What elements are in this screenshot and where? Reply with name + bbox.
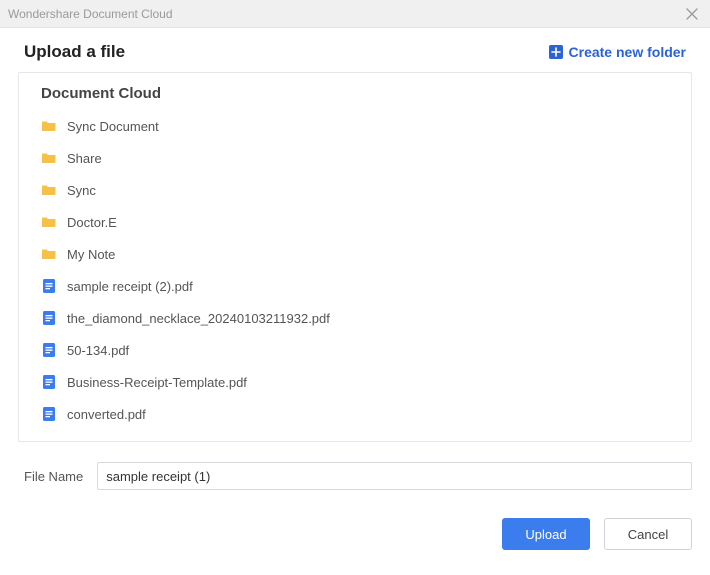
file-list[interactable]: Sync Document Share Sync Doctor.E My Note sam… bbox=[19, 110, 691, 441]
page-title: Upload a file bbox=[24, 42, 125, 62]
item-name: Doctor.E bbox=[67, 215, 117, 230]
item-name: My Note bbox=[67, 247, 115, 262]
file-icon bbox=[41, 310, 57, 326]
file-icon bbox=[41, 406, 57, 422]
location-breadcrumb: Document Cloud bbox=[19, 73, 691, 110]
folder-icon bbox=[41, 182, 57, 198]
item-name: 50-134.pdf bbox=[67, 343, 129, 358]
item-name: Sync bbox=[67, 183, 96, 198]
folder-row[interactable]: Share bbox=[41, 142, 687, 174]
item-name: sample receipt (2).pdf bbox=[67, 279, 193, 294]
item-name: converted.pdf bbox=[67, 407, 146, 422]
create-new-folder-label: Create new folder bbox=[569, 44, 686, 60]
item-name: the_diamond_necklace_20240103211932.pdf bbox=[67, 311, 330, 326]
plus-icon bbox=[549, 45, 563, 59]
file-row[interactable]: 50-134.pdf bbox=[41, 334, 687, 366]
folder-icon bbox=[41, 246, 57, 262]
file-browser-panel: Document Cloud Sync Document Share Sync Doc… bbox=[18, 72, 692, 442]
file-row[interactable]: sample receipt (2).pdf bbox=[41, 270, 687, 302]
file-icon bbox=[41, 278, 57, 294]
header: Upload a file Create new folder bbox=[0, 28, 710, 72]
dialog-footer: Upload Cancel bbox=[0, 490, 710, 550]
item-name: Sync Document bbox=[67, 119, 159, 134]
file-row[interactable]: the_diamond_necklace_20240103211932.pdf bbox=[41, 302, 687, 334]
file-icon bbox=[41, 374, 57, 390]
file-row[interactable]: converted.pdf bbox=[41, 398, 687, 430]
folder-icon bbox=[41, 118, 57, 134]
folder-row[interactable]: Sync Document bbox=[41, 110, 687, 142]
folder-icon bbox=[41, 214, 57, 230]
filename-input[interactable] bbox=[97, 462, 692, 490]
create-new-folder-button[interactable]: Create new folder bbox=[549, 44, 686, 60]
close-icon[interactable] bbox=[682, 4, 702, 24]
folder-icon bbox=[41, 150, 57, 166]
title-bar: Wondershare Document Cloud bbox=[0, 0, 710, 28]
file-icon bbox=[41, 342, 57, 358]
item-name: Share bbox=[67, 151, 102, 166]
folder-row[interactable]: Doctor.E bbox=[41, 206, 687, 238]
upload-button[interactable]: Upload bbox=[502, 518, 590, 550]
filename-row: File Name bbox=[0, 442, 710, 490]
filename-label: File Name bbox=[24, 469, 83, 484]
item-name: Business-Receipt-Template.pdf bbox=[67, 375, 247, 390]
cancel-button[interactable]: Cancel bbox=[604, 518, 692, 550]
file-row[interactable]: Business-Receipt-Template.pdf bbox=[41, 366, 687, 398]
window-title: Wondershare Document Cloud bbox=[8, 7, 173, 21]
folder-row[interactable]: My Note bbox=[41, 238, 687, 270]
folder-row[interactable]: Sync bbox=[41, 174, 687, 206]
